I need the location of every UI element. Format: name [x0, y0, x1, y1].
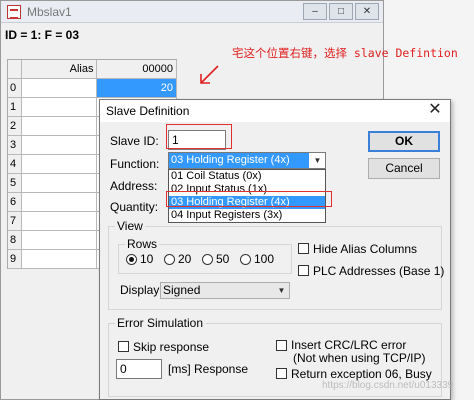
- rows-radio-10-label: 10: [140, 252, 154, 266]
- function-selected-value: 03 Holding Register (4x): [169, 153, 309, 168]
- error-simulation-legend: Error Simulation: [115, 316, 206, 330]
- table-row: 0 20: [8, 79, 177, 98]
- chevron-down-icon[interactable]: ▼: [274, 283, 289, 298]
- row-index: 5: [8, 174, 22, 193]
- insert-crc-text: Insert CRC/LRC error (Not when using TCP…: [291, 339, 426, 365]
- function-select[interactable]: 03 Holding Register (4x) ▼: [168, 152, 326, 169]
- return-exception-label: Return exception 06, Busy: [291, 367, 432, 381]
- grid-header-index: [8, 60, 22, 79]
- annotation-text: 宅这个位置右键，选择 slave Defintion: [232, 46, 458, 60]
- response-delay-label: [ms] Response: [168, 362, 249, 376]
- close-button[interactable]: ✕: [355, 3, 379, 20]
- radio-icon: [202, 253, 213, 265]
- radio-icon: [164, 253, 175, 265]
- alias-cell[interactable]: [21, 174, 98, 193]
- rows-radio-100[interactable]: 100: [240, 252, 274, 266]
- grid-header-alias: Alias: [21, 60, 98, 79]
- display-label: Display:: [120, 283, 163, 297]
- alias-cell[interactable]: [21, 98, 98, 117]
- insert-crc-checkbox[interactable]: Insert CRC/LRC error (Not when using TCP…: [276, 339, 426, 365]
- slave-status-text: ID = 1: F = 03: [5, 28, 80, 42]
- checkbox-icon: [118, 341, 129, 352]
- alias-cell[interactable]: [21, 117, 98, 136]
- skip-response-label: Skip response: [133, 340, 210, 354]
- radio-icon: [240, 253, 251, 265]
- rows-legend: Rows: [125, 237, 160, 251]
- alias-cell[interactable]: [21, 136, 98, 155]
- hide-alias-label: Hide Alias Columns: [313, 242, 418, 256]
- row-index: 7: [8, 212, 22, 231]
- function-label: Function:: [110, 157, 160, 171]
- row-index: 2: [8, 117, 22, 136]
- checkbox-icon: [276, 340, 287, 351]
- view-legend: View: [115, 219, 145, 233]
- alias-cell[interactable]: [21, 79, 98, 98]
- minimize-button[interactable]: –: [303, 3, 327, 20]
- hide-alias-checkbox[interactable]: Hide Alias Columns: [298, 242, 417, 256]
- alias-cell[interactable]: [21, 250, 98, 269]
- dialog-title: Slave Definition: [106, 104, 190, 118]
- rows-radio-10[interactable]: 10: [126, 252, 153, 266]
- rows-radio-20[interactable]: 20: [164, 252, 191, 266]
- alias-cell[interactable]: [21, 193, 98, 212]
- maximize-button[interactable]: □: [329, 3, 353, 20]
- value-cell[interactable]: 20: [97, 79, 177, 98]
- grid-header-row: Alias 00000: [8, 60, 177, 79]
- rows-radio-50-label: 50: [216, 252, 230, 266]
- rows-radio-100-label: 100: [254, 252, 275, 266]
- checkbox-icon: [276, 368, 287, 379]
- function-option-coil-status[interactable]: 01 Coil Status (0x): [169, 170, 325, 183]
- row-index: 1: [8, 98, 22, 117]
- response-delay-input[interactable]: 0: [116, 359, 162, 379]
- address-label: Address:: [110, 179, 158, 193]
- row-index: 8: [8, 231, 22, 250]
- quantity-label: Quantity:: [110, 200, 159, 214]
- title-bar: Mbslav1 – □ ✕: [1, 1, 383, 23]
- return-exception-checkbox[interactable]: Return exception 06, Busy: [276, 367, 432, 381]
- row-index: 9: [8, 250, 22, 269]
- function-option-input-registers[interactable]: 04 Input Registers (3x): [169, 209, 325, 222]
- cancel-button[interactable]: Cancel: [368, 158, 440, 179]
- highlight-box-slave-id: [166, 124, 232, 149]
- app-icon: [7, 5, 21, 19]
- chevron-down-icon[interactable]: ▼: [310, 153, 325, 168]
- row-index: 6: [8, 193, 22, 212]
- plc-addresses-checkbox[interactable]: PLC Addresses (Base 1): [298, 264, 444, 278]
- row-index: 0: [8, 79, 22, 98]
- ok-button[interactable]: OK: [368, 131, 440, 152]
- grid-header-address: 00000: [97, 60, 177, 79]
- skip-response-checkbox[interactable]: Skip response: [118, 340, 209, 354]
- dialog-close-button[interactable]: ✕: [426, 101, 444, 119]
- alias-cell[interactable]: [21, 212, 98, 231]
- radio-selected-icon: [126, 253, 137, 265]
- annotation-arrow-icon: [200, 65, 219, 84]
- window-title: Mbslav1: [27, 5, 72, 19]
- row-index: 4: [8, 155, 22, 174]
- highlight-box-function: [166, 191, 332, 207]
- display-selected-value: Signed: [163, 283, 201, 297]
- rows-radio-50[interactable]: 50: [202, 252, 229, 266]
- checkbox-icon: [298, 265, 309, 276]
- slave-definition-dialog: Slave Definition ✕ Slave ID: 1 Function:…: [99, 99, 451, 400]
- checkbox-icon: [298, 243, 309, 254]
- display-select[interactable]: Signed ▼: [160, 282, 290, 299]
- alias-cell[interactable]: [21, 231, 98, 250]
- dialog-title-bar: Slave Definition ✕: [100, 100, 450, 122]
- watermark: https://blog.csdn.net/u013339: [322, 380, 454, 391]
- row-index: 3: [8, 136, 22, 155]
- insert-crc-note: (Not when using TCP/IP): [293, 351, 426, 365]
- plc-addresses-label: PLC Addresses (Base 1): [313, 264, 445, 278]
- slave-id-label: Slave ID:: [110, 134, 159, 148]
- alias-cell[interactable]: [21, 155, 98, 174]
- rows-radio-20-label: 20: [178, 252, 192, 266]
